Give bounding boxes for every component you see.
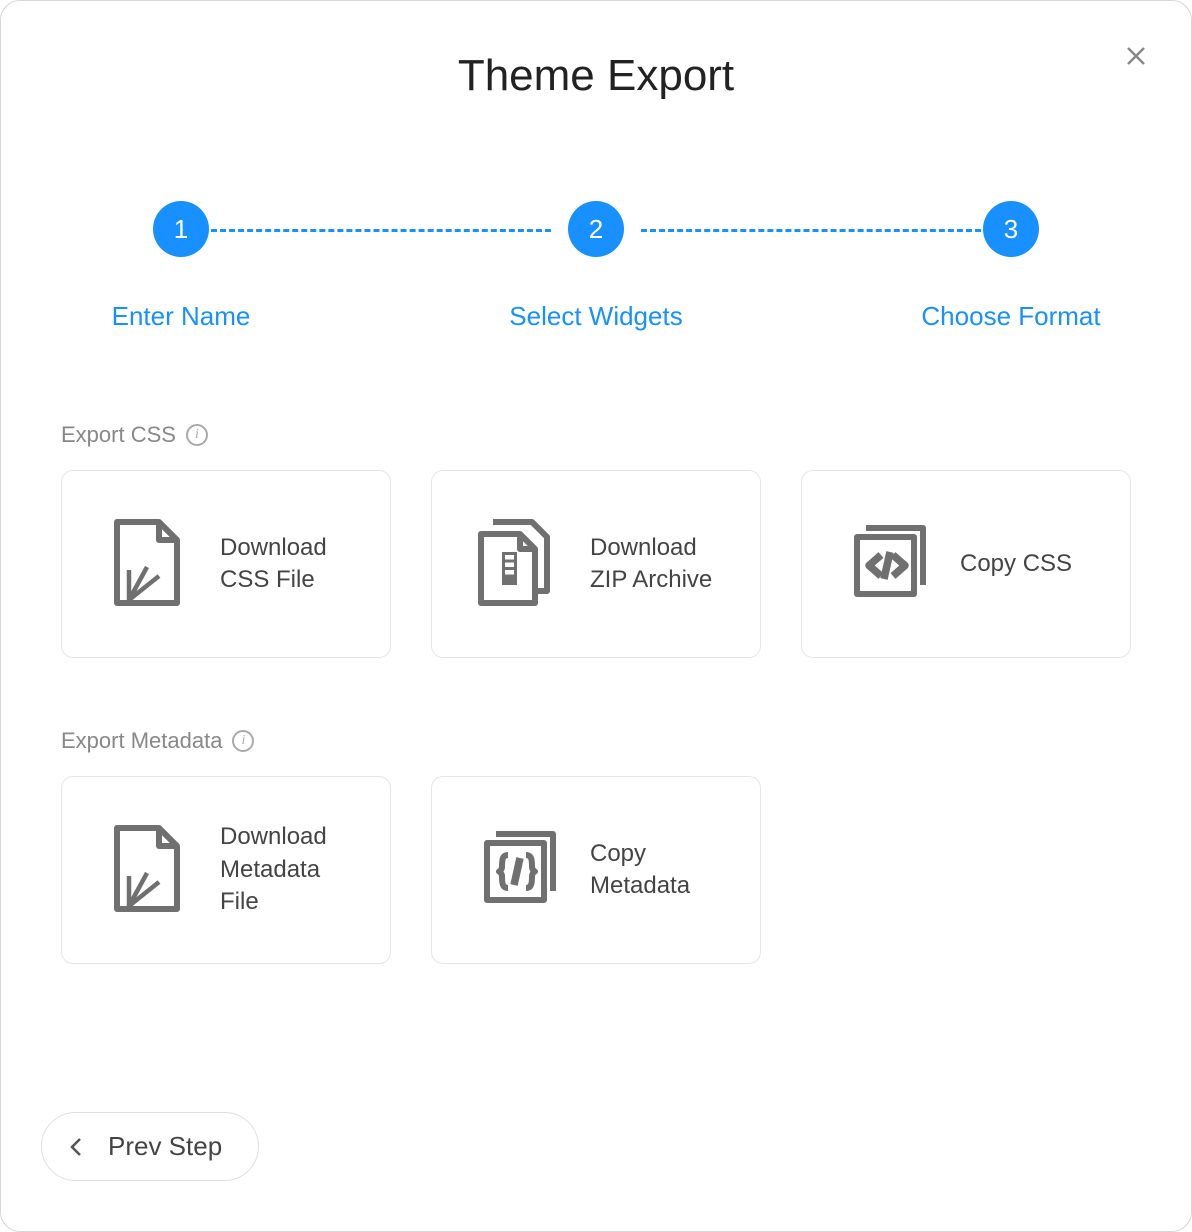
dialog-title: Theme Export xyxy=(41,51,1151,101)
card-label: Copy Metadata xyxy=(590,838,690,903)
metadata-file-icon xyxy=(96,822,192,918)
braces-copy-icon xyxy=(466,822,562,918)
step-label: Enter Name xyxy=(112,301,251,332)
info-icon[interactable]: i xyxy=(232,730,254,752)
card-label: Download ZIP Archive xyxy=(590,532,712,597)
step-choose-format[interactable]: 3 Choose Format xyxy=(911,201,1111,332)
copy-metadata-card[interactable]: Copy Metadata xyxy=(431,776,761,964)
export-css-section: Export CSS i Download CSS File xyxy=(41,422,1151,658)
download-zip-archive-card[interactable]: Download ZIP Archive xyxy=(431,470,761,658)
step-number-badge: 2 xyxy=(568,201,624,257)
card-label: Download CSS File xyxy=(220,532,327,597)
prev-step-label: Prev Step xyxy=(108,1131,222,1162)
close-icon xyxy=(1124,44,1148,68)
export-metadata-section: Export Metadata i Download Metadata File xyxy=(41,728,1151,964)
css-file-icon xyxy=(96,516,192,612)
copy-css-card[interactable]: Copy CSS xyxy=(801,470,1131,658)
card-label: Download Metadata File xyxy=(220,821,356,918)
step-enter-name[interactable]: 1 Enter Name xyxy=(81,201,281,332)
info-icon[interactable]: i xyxy=(186,424,208,446)
dialog-footer: Prev Step xyxy=(41,1112,259,1181)
theme-export-dialog: Theme Export 1 Enter Name 2 Select Widge… xyxy=(0,0,1192,1232)
section-header: Export Metadata i xyxy=(61,728,1131,754)
download-metadata-file-card[interactable]: Download Metadata File xyxy=(61,776,391,964)
chevron-left-icon xyxy=(68,1135,84,1159)
download-css-file-card[interactable]: Download CSS File xyxy=(61,470,391,658)
stepper: 1 Enter Name 2 Select Widgets 3 Choose F… xyxy=(41,201,1151,332)
step-select-widgets[interactable]: 2 Select Widgets xyxy=(496,201,696,332)
step-number-badge: 3 xyxy=(983,201,1039,257)
prev-step-button[interactable]: Prev Step xyxy=(41,1112,259,1181)
code-copy-icon xyxy=(836,516,932,612)
step-number-badge: 1 xyxy=(153,201,209,257)
section-title: Export Metadata xyxy=(61,728,222,754)
card-label: Copy CSS xyxy=(960,548,1072,580)
step-label: Select Widgets xyxy=(509,301,682,332)
zip-archive-icon xyxy=(466,516,562,612)
section-title: Export CSS xyxy=(61,422,176,448)
step-label: Choose Format xyxy=(921,301,1100,332)
close-button[interactable] xyxy=(1121,41,1151,71)
section-header: Export CSS i xyxy=(61,422,1131,448)
